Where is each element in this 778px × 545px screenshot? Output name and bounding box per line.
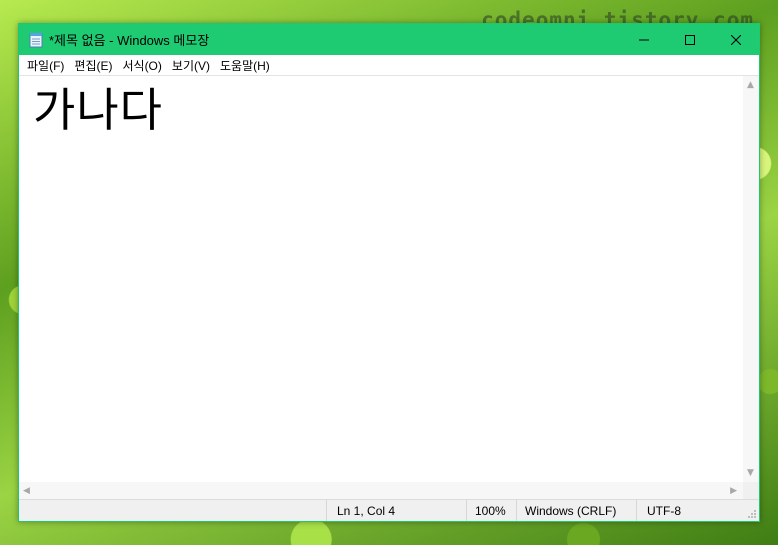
- close-icon: [731, 34, 741, 45]
- vertical-scrollbar[interactable]: ▲ ▼: [743, 76, 759, 482]
- minimize-icon: [639, 39, 649, 40]
- menu-view[interactable]: 보기(V): [167, 57, 215, 74]
- status-spacer: [19, 500, 326, 521]
- scroll-right-icon[interactable]: ▶: [730, 486, 737, 496]
- scroll-down-icon[interactable]: ▼: [747, 468, 754, 478]
- status-encoding: UTF-8: [636, 500, 746, 521]
- menu-format[interactable]: 서식(O): [117, 57, 166, 74]
- status-bar: Ln 1, Col 4 100% Windows (CRLF) UTF-8: [19, 499, 759, 521]
- status-zoom: 100%: [466, 500, 516, 521]
- scrollbar-corner: [743, 482, 759, 499]
- text-editor[interactable]: 가나다 ▲ ▼ ◀ ▶: [19, 75, 759, 499]
- minimize-button[interactable]: [621, 24, 667, 55]
- notepad-icon: [29, 32, 43, 47]
- status-line-ending: Windows (CRLF): [516, 500, 636, 521]
- window-title: *제목 없음 - Windows 메모장: [49, 33, 210, 48]
- menu-file[interactable]: 파일(F): [22, 57, 69, 74]
- scroll-left-icon[interactable]: ◀: [23, 486, 30, 496]
- horizontal-scrollbar[interactable]: ◀ ▶: [19, 482, 743, 499]
- status-position: Ln 1, Col 4: [326, 500, 466, 521]
- scroll-up-icon[interactable]: ▲: [747, 80, 754, 90]
- menu-help[interactable]: 도움말(H): [215, 57, 275, 74]
- maximize-icon: [685, 34, 695, 45]
- notepad-window: *제목 없음 - Windows 메모장 파일(F) 편집(E) 서식(O) 보…: [18, 23, 760, 522]
- menu-bar: 파일(F) 편집(E) 서식(O) 보기(V) 도움말(H): [19, 55, 759, 75]
- title-bar[interactable]: *제목 없음 - Windows 메모장: [19, 24, 759, 55]
- maximize-button[interactable]: [667, 24, 713, 55]
- close-button[interactable]: [713, 24, 759, 55]
- menu-edit[interactable]: 편집(E): [69, 57, 117, 74]
- editor-content[interactable]: 가나다: [33, 82, 163, 138]
- resize-grip-icon[interactable]: [747, 509, 757, 519]
